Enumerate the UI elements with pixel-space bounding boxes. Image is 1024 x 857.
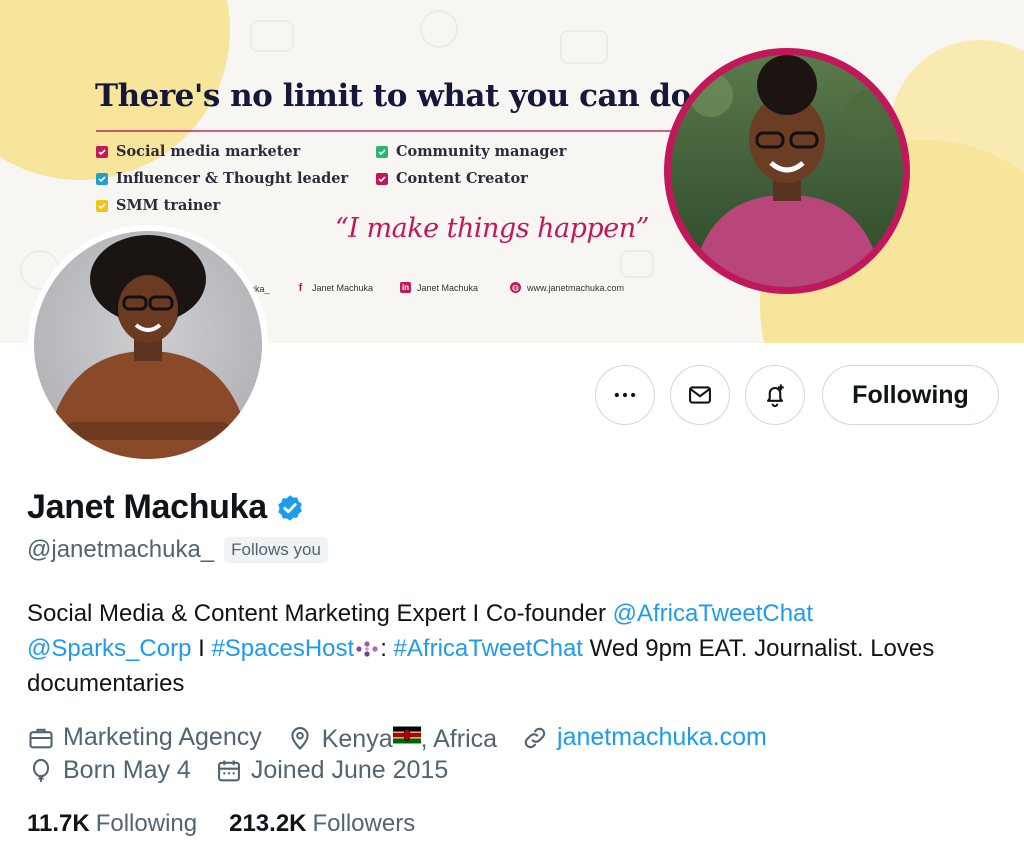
banner-doodle <box>620 250 654 278</box>
bio-mention-link[interactable]: @Sparks_Corp <box>27 635 191 662</box>
bio-hashtag-link[interactable]: #AfricaTweetChat <box>394 635 583 662</box>
banner-doodle <box>420 10 458 48</box>
banner-headline: There's no limit to what you can do. <box>95 78 701 114</box>
check-icon <box>96 172 108 185</box>
following-count: 11.7K <box>27 810 90 837</box>
banner-role-label: Community manager <box>396 143 567 160</box>
followers-count: 213.2K <box>229 810 307 837</box>
more-horizontal-icon <box>614 392 636 398</box>
balloon-icon <box>32 758 50 782</box>
profile-joined-label: Joined June 2015 <box>250 756 449 784</box>
profile-name: Janet Machuka <box>27 488 267 526</box>
bio-mention-link[interactable]: @AfricaTweetChat <box>613 600 813 627</box>
check-icon <box>376 145 388 158</box>
check-icon <box>96 145 108 158</box>
banner-social-label: www.janetmachuka.com <box>527 282 625 293</box>
banner-role-label: SMM trainer <box>116 197 221 214</box>
profile-avatar[interactable] <box>28 225 268 465</box>
bio-hashtag-link[interactable]: #SpacesHost <box>211 635 354 662</box>
profile-handle: @janetmachuka_ <box>27 536 215 563</box>
profile-category: Marketing Agency <box>27 723 262 752</box>
banner-role-label: Content Creator <box>396 170 528 187</box>
bio-text: I <box>191 635 212 662</box>
profile-website[interactable]: janetmachuka.com <box>521 723 767 752</box>
notifications-button[interactable] <box>745 365 805 425</box>
profile-birthday-label: Born May 4 <box>63 756 191 784</box>
banner-social-label: Janet Machuka <box>312 282 374 293</box>
followers-label: Followers <box>312 810 416 837</box>
check-icon <box>96 199 108 212</box>
briefcase-icon <box>29 728 53 748</box>
banner-doodle <box>560 30 608 64</box>
profile-actions: Following <box>0 365 1024 427</box>
calendar-icon <box>217 760 240 781</box>
banner-role: Social media marketer <box>96 143 300 160</box>
verified-badge-icon[interactable] <box>275 493 305 523</box>
banner-social-label: Janet Machuka <box>417 282 479 293</box>
facebook-icon: f <box>298 281 303 294</box>
profile-meta-row-2: Born May 4 Joined June 2015 <box>27 756 472 785</box>
banner-portrait-photo <box>664 48 910 294</box>
banner-social-website: ◍ www.janetmachuka.com <box>510 282 624 293</box>
banner-role: Influencer & Thought leader <box>96 170 348 187</box>
profile-stats: 11.7K Following 213.2K Followers <box>27 810 415 838</box>
profile-location-country: Kenya <box>321 725 393 753</box>
profile-location: Kenya , Africa <box>286 721 497 754</box>
linkedin-icon: in <box>400 282 411 293</box>
banner-role-label: Social media marketer <box>116 143 301 160</box>
banner-social-facebook: f Janet Machuka <box>295 281 374 294</box>
followers-stat-link[interactable]: 213.2K Followers <box>229 810 415 838</box>
following-button[interactable]: Following <box>822 365 999 425</box>
banner-social-linkedin: in Janet Machuka <box>400 282 478 293</box>
location-pin-icon <box>291 726 309 750</box>
profile-location-region: , Africa <box>420 725 498 753</box>
profile-bio: Social Media & Content Marketing Expert … <box>27 596 987 701</box>
profile-website-link[interactable]: janetmachuka.com <box>557 723 767 752</box>
kenya-flag-icon <box>392 726 421 744</box>
profile-name-row: Janet Machuka <box>27 488 305 527</box>
profile-category-label: Marketing Agency <box>63 723 262 751</box>
profile-birthday: Born May 4 <box>27 756 191 785</box>
profile-meta-row-1: Marketing Agency Kenya , Africa janetmach… <box>27 721 791 754</box>
message-button[interactable] <box>670 365 730 425</box>
bell-plus-icon <box>766 384 784 408</box>
sparkle-hearts-emoji-icon <box>354 635 380 662</box>
link-icon <box>524 727 546 748</box>
bio-text: Social Media & Content Marketing Expert … <box>27 600 613 627</box>
banner-role: Community manager <box>376 143 566 160</box>
globe-icon: ◍ <box>510 282 521 293</box>
profile-handle-row: @janetmachuka_ Follows you <box>27 536 328 564</box>
banner-role-label: Influencer & Thought leader <box>116 170 349 187</box>
banner-doodle <box>250 20 294 52</box>
follows-you-badge: Follows you <box>224 537 328 563</box>
banner-role: Content Creator <box>376 170 528 187</box>
profile-joined: Joined June 2015 <box>215 756 448 785</box>
more-options-button[interactable] <box>595 365 655 425</box>
banner-social-links: uka_ f Janet Machuka in Janet Machuka ◍ … <box>250 282 650 298</box>
check-icon <box>376 172 388 185</box>
bio-text: : <box>380 635 394 662</box>
banner-role: SMM trainer <box>96 197 220 214</box>
envelope-icon <box>689 386 711 404</box>
following-stat-link[interactable]: 11.7K Following <box>27 810 197 838</box>
portrait-illustration <box>689 55 897 287</box>
banner-quote: “I make things happen” <box>335 213 649 244</box>
banner-divider <box>96 130 686 132</box>
following-label: Following <box>95 810 198 837</box>
